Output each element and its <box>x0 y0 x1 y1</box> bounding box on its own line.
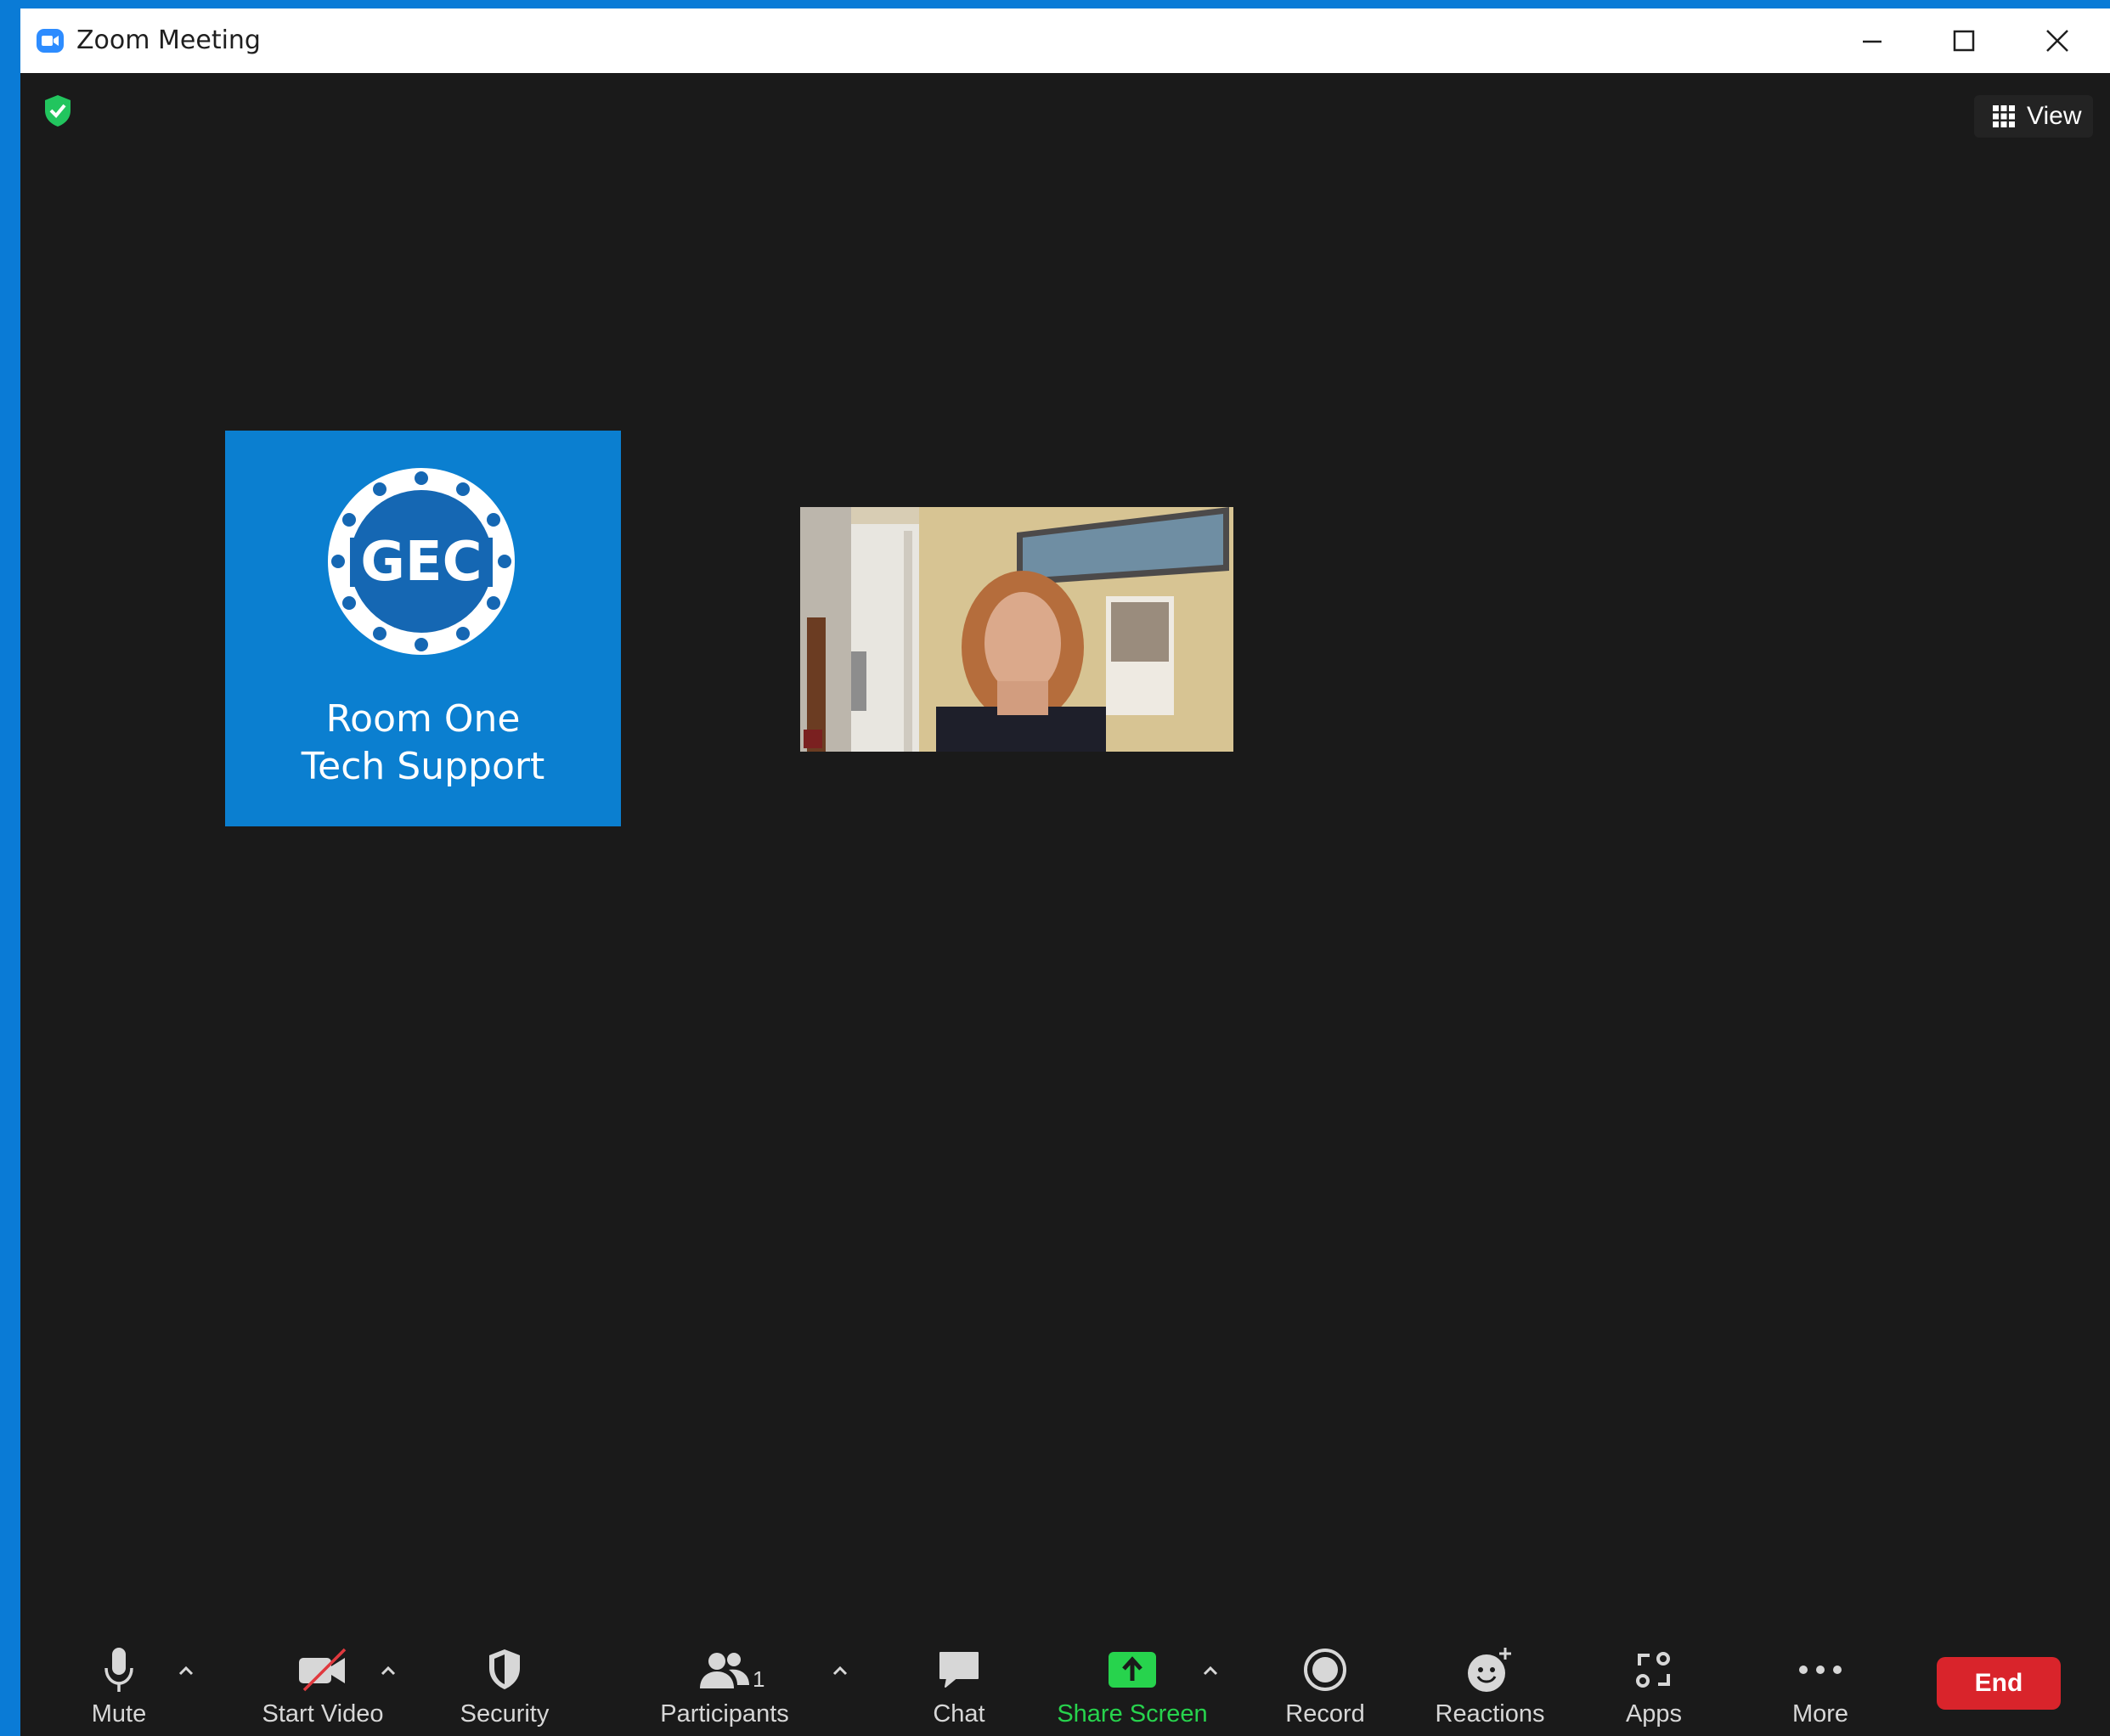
encryption-shield-icon[interactable] <box>42 93 73 127</box>
participant-video-feed <box>800 507 1233 752</box>
minimize-icon <box>1863 40 1882 43</box>
reactions-smiley-icon <box>1468 1648 1511 1692</box>
view-label: View <box>2027 102 2082 130</box>
video-options-chevron-up-icon[interactable] <box>375 1658 401 1683</box>
participants-button[interactable]: Participants <box>652 1644 797 1736</box>
record-button[interactable]: Record <box>1266 1644 1385 1736</box>
record-label: Record <box>1285 1700 1365 1728</box>
security-button[interactable]: Security <box>454 1644 556 1736</box>
reactions-label: Reactions <box>1435 1700 1545 1728</box>
participant-name-line1: Room One <box>325 697 521 741</box>
share-options-chevron-up-icon[interactable] <box>1198 1658 1223 1683</box>
chat-label: Chat <box>933 1700 985 1728</box>
participant-name-line2: Tech Support <box>301 745 545 788</box>
participant-video-tile[interactable] <box>800 507 1233 752</box>
share-screen-icon <box>1109 1652 1156 1688</box>
video-off-icon <box>299 1648 347 1692</box>
end-meeting-button[interactable]: End <box>1937 1657 2061 1710</box>
microphone-icon <box>104 1648 133 1692</box>
maximize-button[interactable] <box>1938 19 1989 63</box>
participants-label: Participants <box>660 1700 789 1728</box>
participant-tile-room[interactable]: GEC Room One Tech Support <box>225 431 621 826</box>
mute-label: Mute <box>91 1700 147 1728</box>
apps-label: Apps <box>1625 1700 1683 1728</box>
view-button[interactable]: View <box>1974 95 2093 138</box>
close-button[interactable] <box>2032 19 2083 63</box>
security-label: Security <box>460 1700 550 1728</box>
gec-logo-text: GEC <box>360 531 482 594</box>
chat-icon <box>939 1652 979 1688</box>
audio-options-chevron-up-icon[interactable] <box>173 1658 199 1683</box>
minimize-button[interactable] <box>1847 19 1898 63</box>
apps-button[interactable]: Apps <box>1607 1644 1701 1736</box>
title-bar: Zoom Meeting <box>20 8 2110 73</box>
grid-icon <box>1993 105 2015 127</box>
window-title: Zoom Meeting <box>76 25 261 55</box>
reactions-button[interactable]: Reactions <box>1413 1644 1566 1736</box>
zoom-window: Zoom Meeting View GEC Room One Tech Supp… <box>20 8 2110 1736</box>
maximize-icon <box>1953 30 1975 52</box>
more-dots-icon <box>1799 1666 1842 1674</box>
more-label: More <box>1791 1700 1849 1728</box>
close-icon <box>2046 30 2068 52</box>
share-screen-label: Share Screen <box>1057 1700 1208 1728</box>
share-screen-button[interactable]: Share Screen <box>1050 1644 1215 1736</box>
shield-icon <box>489 1649 520 1689</box>
participants-icon <box>700 1653 749 1688</box>
record-icon <box>1304 1649 1346 1691</box>
apps-icon <box>1636 1652 1670 1688</box>
gec-logo: GEC <box>328 468 515 655</box>
mute-button[interactable]: Mute <box>78 1644 160 1736</box>
participants-count: 1 <box>753 1666 765 1692</box>
zoom-app-icon <box>37 29 64 53</box>
meeting-toolbar: Mute Start Video Security Participants 1… <box>20 1634 2110 1736</box>
participants-options-chevron-up-icon[interactable] <box>827 1658 853 1683</box>
more-button[interactable]: More <box>1774 1644 1867 1736</box>
start-video-label: Start Video <box>262 1700 384 1728</box>
chat-button[interactable]: Chat <box>904 1644 1014 1736</box>
